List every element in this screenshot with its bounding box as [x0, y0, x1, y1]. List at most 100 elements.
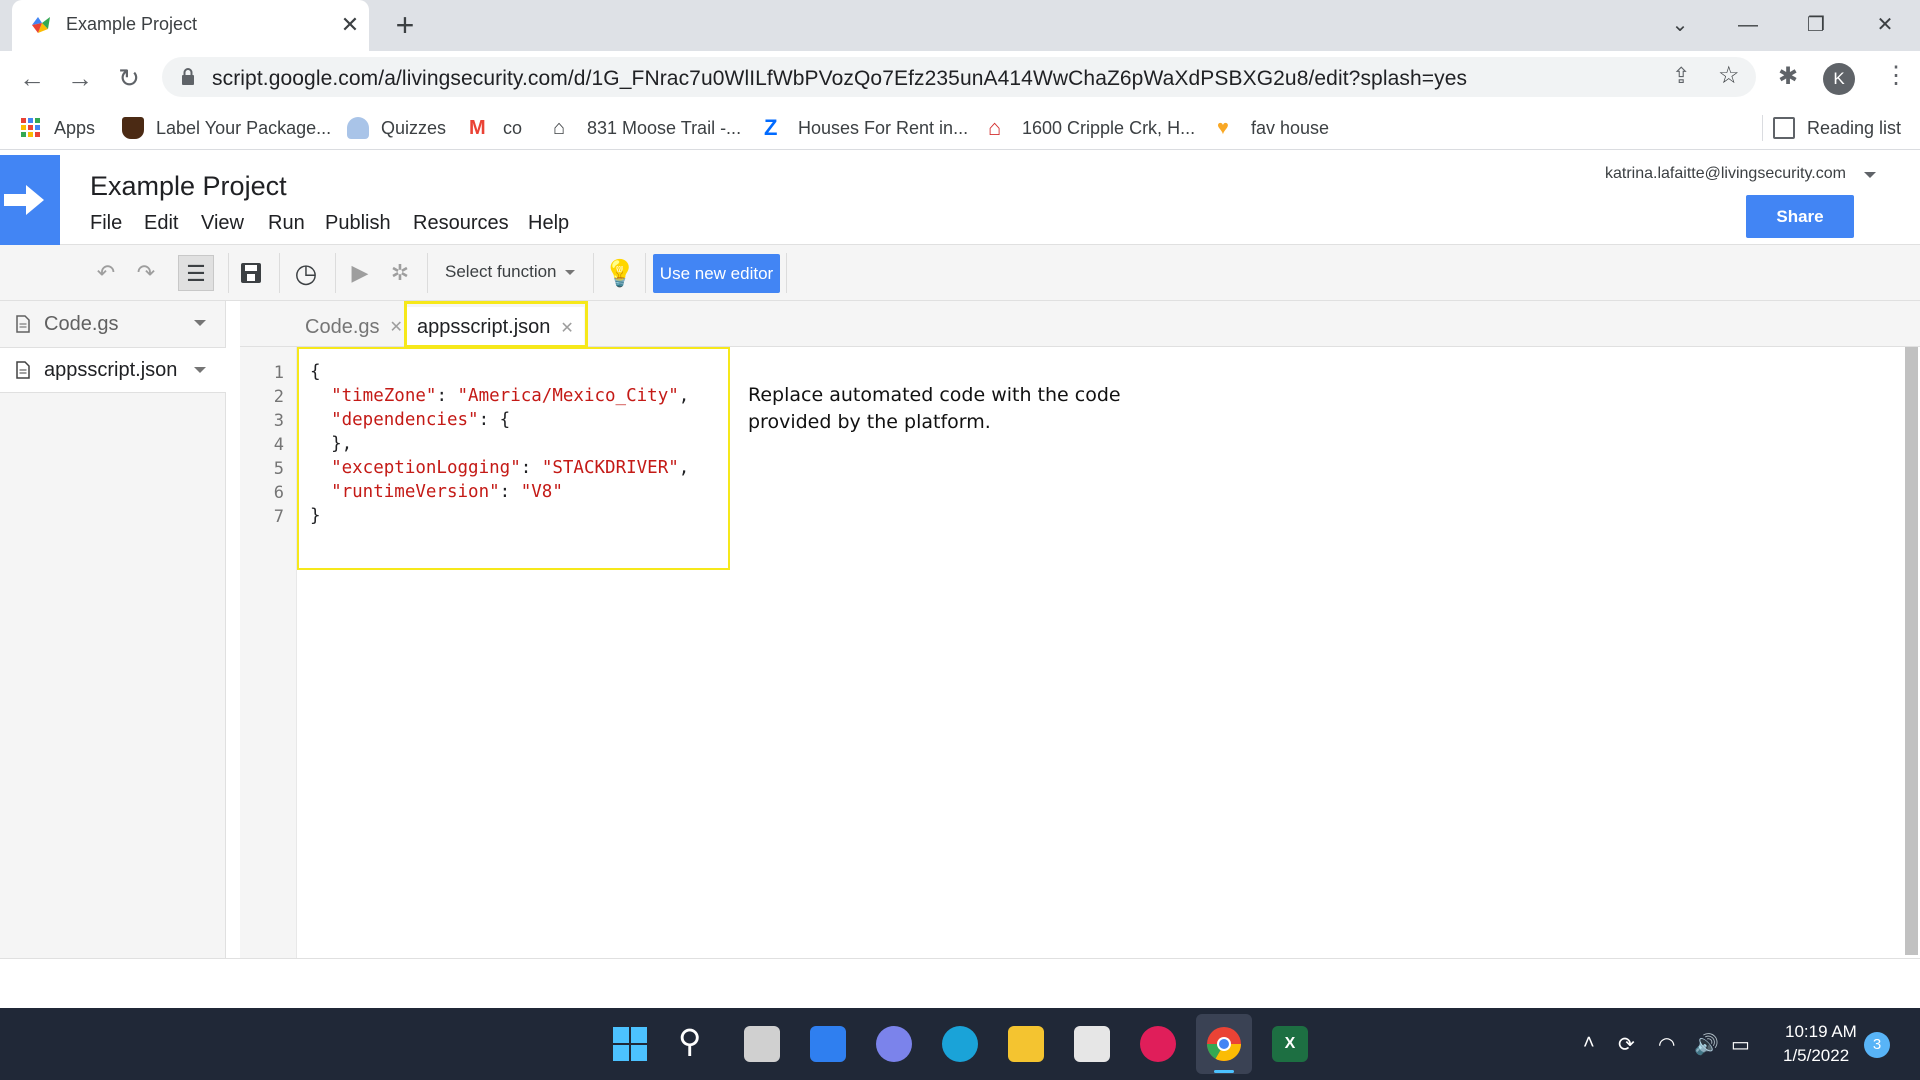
use-new-editor-button[interactable]: Use new editor	[653, 254, 780, 293]
menu-file[interactable]: File	[90, 212, 122, 235]
select-function-dropdown[interactable]: Select function	[445, 262, 557, 282]
house-icon: ⌂	[553, 117, 566, 139]
reading-list-button[interactable]: Reading list	[1762, 115, 1901, 141]
arrow-right-icon	[4, 185, 44, 215]
profile-avatar[interactable]: K	[1823, 63, 1855, 95]
file-item-appsscript-json[interactable]: appsscript.json	[0, 347, 226, 393]
redo-icon[interactable]: ↷	[128, 255, 164, 291]
restore-button[interactable]: ❐	[1796, 8, 1836, 42]
lightbulb-icon[interactable]: 💡	[602, 255, 638, 291]
volume-icon[interactable]: 🔊	[1694, 1032, 1719, 1057]
bookmark-label: Houses For Rent in...	[798, 117, 969, 138]
file-item-code-gs[interactable]: Code.gs	[0, 301, 226, 347]
minimize-button[interactable]: —	[1728, 8, 1768, 42]
account-caret-icon[interactable]	[1864, 172, 1876, 178]
file-menu-caret-icon[interactable]	[194, 367, 206, 373]
menu-run[interactable]: Run	[268, 212, 305, 235]
sync-icon[interactable]: ⟳	[1618, 1032, 1635, 1057]
reload-icon[interactable]: ↻	[114, 63, 144, 93]
bookmark-cripple-crk[interactable]: ⌂ 1600 Cripple Crk, H...	[988, 115, 1195, 141]
ups-icon	[122, 117, 144, 139]
url-text[interactable]: script.google.com/a/livingsecurity.com/d…	[212, 67, 1467, 91]
bookmark-star-icon[interactable]: ☆	[1718, 61, 1740, 90]
clock-date[interactable]: 1/5/2022	[1783, 1046, 1849, 1066]
address-bar[interactable]: script.google.com/a/livingsecurity.com/d…	[162, 57, 1756, 97]
line-number: 4	[273, 435, 284, 455]
chrome-icon[interactable]	[1206, 1026, 1242, 1062]
search-icon[interactable]: ⚲	[678, 1022, 701, 1060]
apps-grid-icon	[21, 118, 40, 137]
bookmark-zillow[interactable]: Z Houses For Rent in...	[764, 115, 968, 141]
document-icon	[16, 361, 30, 379]
bookmark-fav-house[interactable]: ♥ fav house	[1217, 115, 1329, 141]
line-number: 1	[273, 363, 284, 383]
triggers-clock-icon[interactable]: ◷	[288, 255, 324, 291]
user-email[interactable]: katrina.lafaitte@livingsecurity.com	[1605, 165, 1846, 183]
notification-badge[interactable]: 3	[1864, 1032, 1890, 1058]
bookmark-label: fav house	[1251, 117, 1330, 138]
new-tab-button[interactable]: +	[390, 8, 420, 42]
menu-help[interactable]: Help	[528, 212, 569, 235]
gmail-icon: M	[469, 117, 486, 139]
run-play-icon[interactable]: ▶	[342, 255, 378, 291]
file-list-panel: Code.gs appsscript.json	[0, 301, 226, 958]
toolbar-divider	[593, 253, 594, 293]
project-title[interactable]: Example Project	[90, 171, 287, 202]
debug-bug-icon[interactable]: ✲	[382, 255, 418, 291]
widgets-icon[interactable]	[810, 1026, 846, 1062]
browser-tab-strip: Example Project ✕ + ⌄ — ❐ ✕	[0, 0, 1920, 51]
wifi-icon[interactable]: ◠	[1658, 1032, 1675, 1057]
task-view-icon[interactable]	[744, 1026, 780, 1062]
extensions-puzzle-icon[interactable]: ✱	[1778, 62, 1798, 91]
toolbar-divider	[279, 253, 280, 293]
share-page-icon[interactable]: ⇪	[1672, 63, 1690, 89]
reading-list-icon	[1773, 117, 1795, 139]
active-indicator	[1214, 1070, 1234, 1073]
bookmark-quizzes[interactable]: Quizzes	[347, 115, 446, 141]
bookmark-apps[interactable]: Apps	[20, 115, 95, 141]
excel-icon[interactable]: X	[1272, 1026, 1308, 1062]
slack-icon[interactable]	[1140, 1026, 1176, 1062]
menu-resources[interactable]: Resources	[413, 212, 509, 235]
more-menu-icon[interactable]: ⋮	[1884, 61, 1908, 90]
bookmark-label: Quizzes	[381, 117, 447, 138]
clock-time[interactable]: 10:19 AM	[1785, 1022, 1857, 1042]
browser-tab[interactable]: Example Project ✕	[12, 0, 369, 51]
close-icon[interactable]: ✕	[390, 317, 403, 337]
instruction-note: Replace automated code with the code pro…	[748, 384, 1121, 433]
undo-icon[interactable]: ↶	[88, 255, 124, 291]
file-explorer-icon[interactable]	[1008, 1026, 1044, 1062]
windows-start-icon[interactable]	[612, 1026, 648, 1062]
save-icon[interactable]	[233, 255, 269, 291]
battery-icon[interactable]: ▭	[1731, 1032, 1750, 1057]
close-window-button[interactable]: ✕	[1865, 8, 1905, 42]
store-icon[interactable]	[1074, 1026, 1110, 1062]
indent-icon[interactable]: ☰	[178, 255, 214, 291]
bookmark-moose-trail[interactable]: ⌂ 831 Moose Trail -...	[553, 115, 741, 141]
tab-close-icon[interactable]: ✕	[337, 10, 363, 40]
bookmark-label: Label Your Package...	[156, 117, 332, 138]
tab-highlight-box	[404, 301, 588, 348]
apps-script-logo[interactable]	[0, 155, 60, 245]
vertical-scrollbar[interactable]	[1905, 347, 1918, 955]
menu-edit[interactable]: Edit	[144, 212, 178, 235]
bookmark-label: co	[503, 117, 523, 138]
reading-list-label: Reading list	[1807, 117, 1902, 138]
file-name: Code.gs	[44, 312, 119, 335]
back-arrow-icon[interactable]: ←	[17, 63, 47, 93]
teams-chat-icon[interactable]	[876, 1026, 912, 1062]
bookmark-gmail[interactable]: M co	[469, 115, 522, 141]
file-menu-caret-icon[interactable]	[194, 320, 206, 326]
bookmark-ups[interactable]: Label Your Package...	[122, 115, 331, 141]
person-icon	[347, 117, 369, 139]
edge-icon[interactable]	[942, 1026, 978, 1062]
editor-tab-code-gs[interactable]: Code.gs ✕	[295, 307, 413, 347]
tray-overflow-icon[interactable]: ˄	[1583, 1032, 1595, 1055]
tab-search-icon[interactable]: ⌄	[1660, 8, 1700, 42]
menu-view[interactable]: View	[201, 212, 244, 235]
menu-publish[interactable]: Publish	[325, 212, 391, 235]
bookmarks-bar: Apps Label Your Package... Quizzes M co …	[0, 103, 1920, 150]
toolbar-divider	[427, 253, 428, 293]
share-button[interactable]: Share	[1746, 195, 1854, 238]
forward-arrow-icon[interactable]: →	[65, 63, 95, 93]
